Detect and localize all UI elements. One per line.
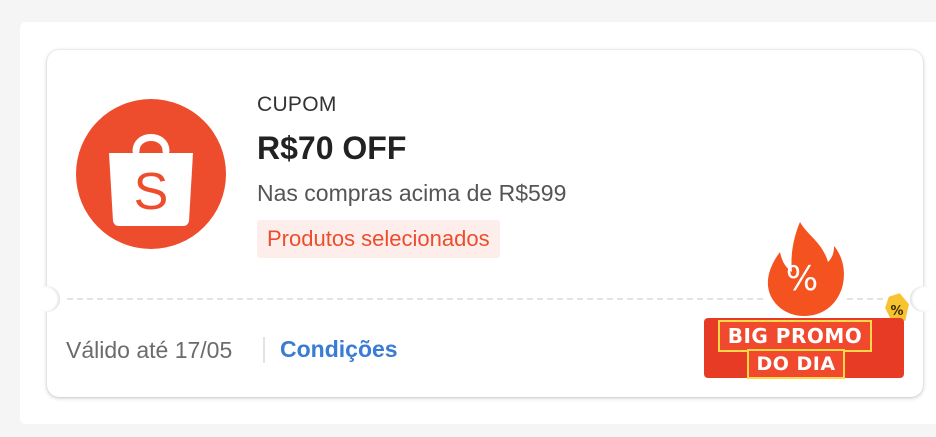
footer-separator [263,337,265,363]
shopping-bag-icon: S [109,134,193,226]
conditions-link[interactable]: Condições [280,336,398,363]
promo-title-line1: BIG PROMO [718,320,872,352]
minimum-purchase-text: Nas compras acima de R$599 [257,180,567,206]
flame-icon: % [761,212,851,322]
big-promo-badge: % % BIG PROMO DO DIA [702,210,912,380]
scope-tag: Produtos selecionados [257,220,500,258]
coupon-type-label: CUPOM [257,93,337,116]
promo-title-line2: DO DIA [747,349,845,379]
logo-letter: S [134,163,169,221]
svg-text:%: % [890,304,903,319]
coupon-card[interactable]: S CUPOM R$70 OFF Nas compras acima de R$… [27,50,936,397]
discount-amount: R$70 OFF [257,130,407,166]
shopee-logo: S [76,99,226,249]
notch-left [34,286,60,312]
validity-text: Válido até 17/05 [66,337,233,363]
percent-icon: % [786,259,818,299]
